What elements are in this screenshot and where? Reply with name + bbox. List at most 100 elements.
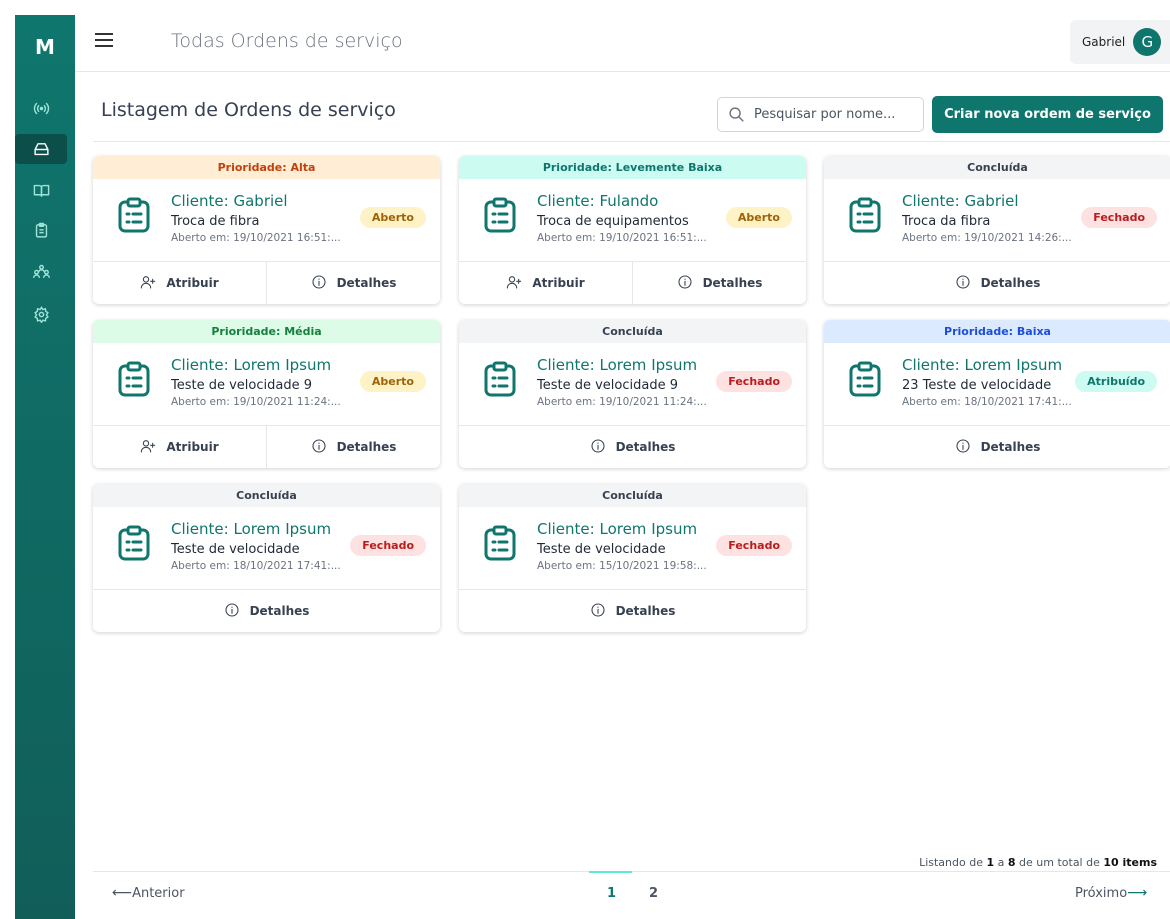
page-2-button[interactable]: 2: [649, 886, 658, 901]
card-actions: Atribuir Detalhes: [93, 426, 440, 468]
priority-header: Concluída: [459, 320, 806, 343]
order-summary[interactable]: Cliente: Lorem Ipsum Teste de velocidade …: [93, 343, 440, 426]
priority-header: Prioridade: Levemente Baixa: [459, 156, 806, 179]
info-icon: [590, 438, 606, 457]
clipboard-icon: [117, 361, 151, 397]
opened-date: Aberto em: 19/10/2021 14:26:...: [902, 232, 1072, 244]
assign-button[interactable]: Atribuir: [93, 262, 266, 304]
current-page-indicator: [589, 871, 632, 873]
details-button[interactable]: Detalhes: [459, 426, 806, 468]
client-name: Cliente: Lorem Ipsum: [537, 356, 698, 374]
order-card: Prioridade: Média Cliente: Lorem Ipsum Tes…: [93, 320, 440, 468]
order-card: Concluída Cliente: Gabriel Troca da fibra A…: [824, 156, 1170, 304]
client-name: Cliente: Lorem Ipsum: [537, 520, 698, 538]
order-card: Concluída Cliente: Lorem Ipsum Teste de ve…: [459, 484, 806, 632]
opened-date: Aberto em: 19/10/2021 11:24:...: [537, 396, 707, 408]
card-actions: Atribuir Detalhes: [459, 262, 806, 304]
info-icon: [224, 602, 240, 621]
details-button[interactable]: Detalhes: [93, 590, 440, 632]
info-icon: [311, 274, 327, 293]
gear-icon: [33, 305, 49, 323]
search-icon: [729, 107, 744, 122]
card-actions: Detalhes: [459, 590, 806, 632]
page-1-button[interactable]: 1: [607, 886, 616, 901]
clipboard-icon: [35, 222, 47, 238]
details-button[interactable]: Detalhes: [266, 426, 440, 468]
app-title: Todas Ordens de serviço: [171, 30, 403, 52]
opened-date: Aberto em: 18/10/2021 17:41:...: [902, 396, 1072, 408]
menu-icon[interactable]: [95, 33, 113, 49]
service-name: Troca de equipamentos: [537, 214, 689, 229]
sidebar-item-manual[interactable]: [15, 175, 67, 205]
book-icon: [33, 184, 49, 197]
search-input[interactable]: [754, 107, 909, 122]
client-name: Cliente: Gabriel: [902, 192, 1019, 210]
user-menu[interactable]: Gabriel G: [1070, 20, 1170, 64]
app-logo: M: [35, 35, 55, 59]
service-name: Teste de velocidade: [537, 542, 666, 557]
priority-header: Concluída: [824, 156, 1170, 179]
details-button[interactable]: Detalhes: [632, 262, 806, 304]
status-badge: Atribuído: [1075, 371, 1157, 392]
info-icon: [590, 602, 606, 621]
service-name: Troca de fibra: [171, 214, 260, 229]
details-button[interactable]: Detalhes: [824, 262, 1170, 304]
order-summary[interactable]: Cliente: Fulando Troca de equipamentos Abe…: [459, 179, 806, 262]
search-box[interactable]: [717, 97, 924, 132]
avatar: G: [1133, 28, 1162, 56]
card-actions: Detalhes: [93, 590, 440, 632]
card-actions: Detalhes: [824, 426, 1170, 468]
clipboard-icon: [483, 361, 517, 397]
clipboard-icon: [117, 197, 151, 233]
details-button[interactable]: Detalhes: [459, 590, 806, 632]
client-name: Cliente: Lorem Ipsum: [171, 356, 332, 374]
page-title: Listagem de Ordens de serviço: [101, 99, 396, 121]
previous-page-button[interactable]: ⟵Anterior: [112, 885, 185, 901]
order-card: Prioridade: Baixa Cliente: Lorem Ipsum 23 …: [824, 320, 1170, 468]
card-actions: Detalhes: [459, 426, 806, 468]
pagination-summary: Listando de 1 a 8 de um total de 10 item…: [919, 856, 1157, 869]
client-name: Cliente: Lorem Ipsum: [171, 520, 332, 538]
card-actions: Detalhes: [824, 262, 1170, 304]
sidebar-item-settings[interactable]: [15, 299, 67, 329]
broadcast-icon: [33, 102, 49, 114]
sidebar-item-tasks[interactable]: [15, 215, 67, 245]
user-name: Gabriel: [1082, 35, 1126, 49]
details-button[interactable]: Detalhes: [266, 262, 440, 304]
opened-date: Aberto em: 18/10/2021 17:41:...: [171, 560, 341, 572]
users-icon: [32, 264, 50, 278]
user-plus-icon: [140, 438, 156, 457]
service-name: Teste de velocidade 9: [171, 378, 313, 393]
order-summary[interactable]: Cliente: Lorem Ipsum Teste de velocidade A…: [459, 507, 806, 590]
next-page-button[interactable]: Próximo⟶: [1075, 885, 1147, 901]
sidebar-item-orders[interactable]: [15, 134, 67, 164]
info-icon: [955, 438, 971, 457]
sidebar-item-users[interactable]: [15, 256, 67, 286]
sidebar: M: [15, 15, 75, 919]
divider: [93, 141, 1170, 142]
info-icon: [677, 274, 693, 293]
order-summary[interactable]: Cliente: Lorem Ipsum Teste de velocidade …: [459, 343, 806, 426]
service-name: Teste de velocidade 9: [537, 378, 679, 393]
service-name: Troca da fibra: [902, 214, 991, 229]
details-button[interactable]: Detalhes: [824, 426, 1170, 468]
create-order-button[interactable]: Criar nova ordem de serviço: [932, 96, 1163, 133]
status-badge: Fechado: [350, 535, 426, 556]
order-summary[interactable]: Cliente: Gabriel Troca da fibra Aberto em:…: [824, 179, 1170, 262]
status-badge: Fechado: [716, 535, 792, 556]
status-badge: Aberto: [359, 371, 426, 392]
clipboard-icon: [483, 197, 517, 233]
priority-header: Concluída: [93, 484, 440, 507]
opened-date: Aberto em: 19/10/2021 11:24:...: [171, 396, 341, 408]
assign-button[interactable]: Atribuir: [93, 426, 266, 468]
sidebar-item-connections[interactable]: [15, 93, 67, 123]
priority-header: Prioridade: Alta: [93, 156, 440, 179]
assign-button[interactable]: Atribuir: [459, 262, 632, 304]
order-summary[interactable]: Cliente: Gabriel Troca de fibra Aberto em:…: [93, 179, 440, 262]
status-badge: Fechado: [1081, 207, 1157, 228]
order-summary[interactable]: Cliente: Lorem Ipsum 23 Teste de velocida…: [824, 343, 1170, 426]
info-icon: [955, 274, 971, 293]
order-summary[interactable]: Cliente: Lorem Ipsum Teste de velocidade A…: [93, 507, 440, 590]
clipboard-icon: [848, 197, 882, 233]
card-actions: Atribuir Detalhes: [93, 262, 440, 304]
